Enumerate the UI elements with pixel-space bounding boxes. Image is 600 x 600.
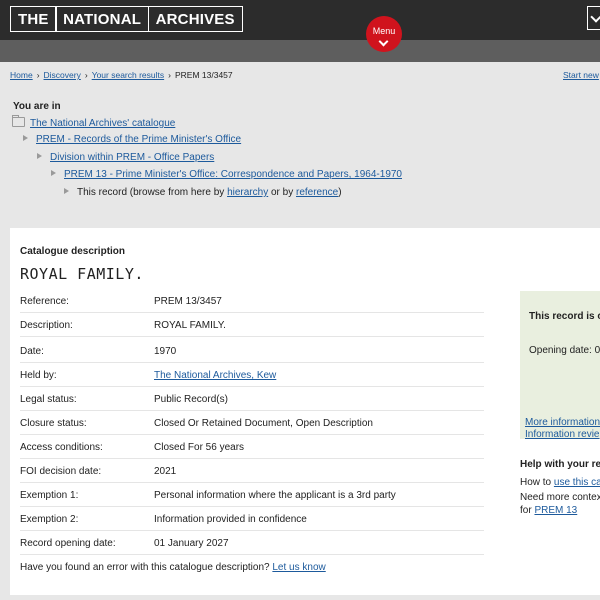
record-details-table: Reference: PREM 13/3457 Description: ROY… <box>20 289 484 555</box>
help-line-2: Need more contex <box>520 492 600 503</box>
row-value: Personal information where the applicant… <box>154 490 396 501</box>
chevron-down-icon[interactable] <box>587 6 600 30</box>
feedback-line: Have you found an error with this catalo… <box>20 562 326 573</box>
table-row: Description: ROYAL FAMILY. <box>20 313 484 337</box>
row-label: Record opening date: <box>20 538 116 549</box>
tree-level-2: Division within PREM - Office Papers <box>37 152 214 163</box>
help-for-text: for <box>520 505 532 516</box>
tree-level-4: This record (browse from here by hierarc… <box>64 187 342 198</box>
breadcrumb-home[interactable]: Home <box>10 70 33 80</box>
logo-word-archives: ARCHIVES <box>147 6 243 32</box>
row-label: Legal status: <box>20 394 77 405</box>
table-row: Reference: PREM 13/3457 <box>20 289 484 313</box>
table-row: FOI decision date: 2021 <box>20 459 484 483</box>
this-record-text: This record (browse from here by <box>77 187 225 198</box>
breadcrumb-search-results[interactable]: Your search results <box>92 70 164 80</box>
menu-label: Menu <box>372 26 396 36</box>
row-label: Exemption 1: <box>20 490 79 501</box>
prem-13-help-link[interactable]: PREM 13 <box>534 505 577 516</box>
row-value: Closed For 56 years <box>154 442 245 453</box>
row-value: 1970 <box>154 346 177 357</box>
use-catalogue-link[interactable]: use this ca <box>554 477 600 488</box>
row-label: Description: <box>20 320 73 331</box>
table-row: Exemption 2: Information provided in con… <box>20 507 484 531</box>
browse-reference-link[interactable]: reference <box>296 187 338 198</box>
help-prefix: How to <box>520 477 552 488</box>
closure-info-box: This record is clo Opening date: 0 More … <box>520 291 600 439</box>
table-row: Access conditions: Closed For 56 years <box>20 435 484 459</box>
row-value: ROYAL FAMILY. <box>154 320 226 331</box>
you-are-in-heading: You are in <box>13 101 61 112</box>
row-value: PREM 13/3457 <box>154 296 222 307</box>
table-row: Record opening date: 01 January 2027 <box>20 531 484 555</box>
table-row: Held by: The National Archives, Kew <box>20 363 484 387</box>
tree-level-0: The National Archives' catalogue <box>12 115 175 129</box>
tna-logo[interactable]: THE NATIONAL ARCHIVES <box>10 6 243 32</box>
prem-13-link[interactable]: PREM 13 - Prime Minister's Office: Corre… <box>64 169 402 180</box>
row-label: Date: <box>20 346 44 357</box>
breadcrumb-current: PREM 13/3457 <box>174 70 233 80</box>
breadcrumb-separator: › <box>36 70 40 80</box>
table-row: Exemption 1: Personal information where … <box>20 483 484 507</box>
breadcrumb-separator: › <box>168 70 171 80</box>
arrow-right-icon <box>64 188 69 194</box>
help-line-1: How to use this ca <box>520 477 600 488</box>
tree-level-3: PREM 13 - Prime Minister's Office: Corre… <box>51 169 402 180</box>
row-label: FOI decision date: <box>20 466 102 477</box>
breadcrumb-separator: › <box>84 70 88 80</box>
arrow-right-icon <box>23 135 28 141</box>
held-by-link[interactable]: The National Archives, Kew <box>154 370 276 381</box>
browse-hierarchy-link[interactable]: hierarchy <box>227 187 268 198</box>
or-by-text: or by <box>270 187 294 198</box>
arrow-right-icon <box>51 170 56 176</box>
row-label: Exemption 2: <box>20 514 79 525</box>
row-label: Access conditions: <box>20 442 103 453</box>
catalogue-card: Catalogue description ROYAL FAMILY. Refe… <box>10 228 600 595</box>
help-line-3: for PREM 13 <box>520 505 577 516</box>
prem-link[interactable]: PREM - Records of the Prime Minister's O… <box>36 134 241 145</box>
arrow-right-icon <box>37 153 42 159</box>
row-value: Public Record(s) <box>154 394 228 405</box>
folder-icon <box>12 115 25 127</box>
breadcrumb: Home › Discovery › Your search results › PREM … <box>10 70 235 80</box>
table-row: Closure status: Closed Or Retained Docum… <box>20 411 484 435</box>
closure-title: This record is clo <box>529 311 600 322</box>
row-value: Information provided in confidence <box>154 514 307 525</box>
catalogue-root-link[interactable]: The National Archives' catalogue <box>30 118 175 129</box>
record-title: ROYAL FAMILY. <box>20 265 144 283</box>
row-value: 01 January 2027 <box>154 538 229 549</box>
chevron-down-icon <box>378 36 389 47</box>
feedback-text: Have you found an error with this catalo… <box>20 562 270 573</box>
row-label: Held by: <box>20 370 57 381</box>
site-header: THE NATIONAL ARCHIVES <box>0 0 600 40</box>
information-review-link[interactable]: Information revie <box>525 429 599 439</box>
help-heading: Help with your res <box>520 459 600 470</box>
table-row: Date: 1970 <box>20 337 484 363</box>
more-information-link[interactable]: More information <box>525 417 600 428</box>
table-row: Legal status: Public Record(s) <box>20 387 484 411</box>
close-paren: ) <box>338 187 342 198</box>
breadcrumb-discovery[interactable]: Discovery <box>44 70 81 80</box>
row-value: Closed Or Retained Document, Open Descri… <box>154 418 373 429</box>
let-us-know-link[interactable]: Let us know <box>272 562 325 573</box>
row-label: Closure status: <box>20 418 87 429</box>
header-band <box>0 40 600 62</box>
tree-level-1: PREM - Records of the Prime Minister's O… <box>23 134 241 145</box>
row-label: Reference: <box>20 296 69 307</box>
catalogue-description-label: Catalogue description <box>20 246 126 257</box>
logo-word-national: NATIONAL <box>55 6 150 32</box>
logo-word-the: THE <box>10 6 57 32</box>
opening-date-text: Opening date: 0 <box>529 345 600 356</box>
menu-button[interactable]: Menu <box>366 16 402 52</box>
row-value: 2021 <box>154 466 177 477</box>
division-link[interactable]: Division within PREM - Office Papers <box>50 152 214 163</box>
start-new-search-link[interactable]: Start new <box>563 70 599 80</box>
